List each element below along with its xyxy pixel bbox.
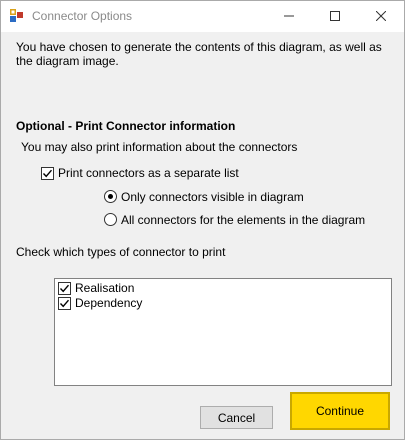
connector-types-listbox[interactable]: Realisation Dependency [54,278,392,386]
print-list-label: Print connectors as a separate list [58,166,239,180]
section-subtext: You may also print information about the… [21,140,298,154]
radio-all[interactable] [104,213,117,226]
maximize-button[interactable] [312,1,358,32]
radio-visible[interactable] [104,190,117,203]
checkmark-icon [42,169,53,178]
list-item-checkbox[interactable] [58,282,71,295]
types-prompt: Check which types of connector to print [16,245,226,259]
continue-button[interactable]: Continue [290,392,390,430]
radio-visible-label: Only connectors visible in diagram [121,190,304,204]
list-item-label: Dependency [75,296,143,310]
dialog-content: You have chosen to generate the contents… [1,32,404,439]
close-button[interactable] [358,1,404,32]
window-title: Connector Options [32,9,133,23]
list-item-checkbox[interactable] [58,297,71,310]
checkmark-icon [59,299,70,308]
print-list-checkbox[interactable] [41,167,54,180]
checkmark-icon [59,284,70,293]
intro-text: You have chosen to generate the contents… [16,40,382,68]
title-bar[interactable]: Connector Options [1,1,404,32]
dialog-window: Connector Options You have chosen to gen… [0,0,405,440]
minimize-button[interactable] [266,1,312,32]
minimize-icon [284,10,294,24]
radio-selected-dot [108,194,113,199]
radio-all-label: All connectors for the elements in the d… [121,213,366,227]
list-item-label: Realisation [75,281,135,295]
app-icon [10,9,24,23]
close-icon [375,10,387,24]
cancel-button[interactable]: Cancel [200,406,273,429]
maximize-icon [330,10,340,24]
section-heading: Optional - Print Connector information [16,119,236,133]
